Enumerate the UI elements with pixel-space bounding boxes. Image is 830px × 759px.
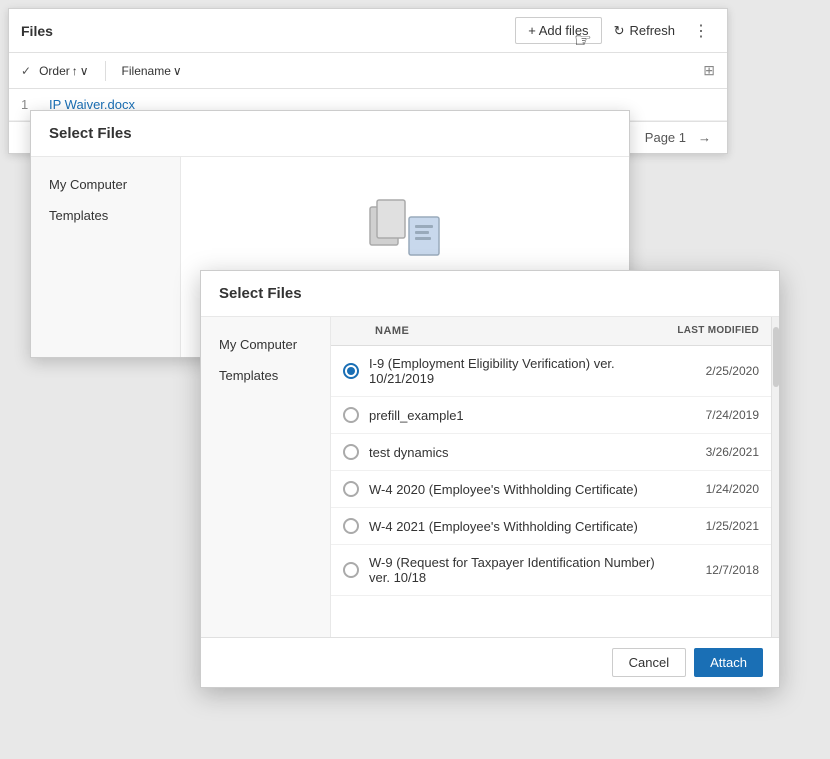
date-col-header: LAST MODIFIED (669, 325, 759, 337)
add-files-button[interactable]: + Add files (515, 17, 601, 44)
template-name: I-9 (Employment Eligibility Verification… (369, 356, 679, 386)
sidebar-my-computer-bg[interactable]: My Computer (31, 169, 180, 200)
files-title: Files (21, 23, 53, 39)
refresh-icon: ↻ (614, 23, 625, 39)
template-name: W-4 2021 (Employee's Withholding Certifi… (369, 519, 679, 534)
arrow-down-icon: ∨ (80, 64, 89, 78)
template-date: 1/25/2021 (679, 519, 759, 533)
files-icon-svg (365, 197, 445, 267)
scrollbar-thumb[interactable] (773, 327, 779, 387)
template-row[interactable]: W-4 2020 (Employee's Withholding Certifi… (331, 471, 771, 508)
files-table: NAME LAST MODIFIED I-9 (Employment Eligi… (331, 317, 771, 637)
radio-unselected[interactable] (343, 518, 359, 534)
filename-sort[interactable]: Filename ∨ (122, 64, 182, 78)
radio-unselected[interactable] (343, 481, 359, 497)
files-header: Files + Add files ↻ Refresh ⋮ (9, 9, 727, 53)
radio-selected[interactable] (343, 363, 359, 379)
scrollbar-track[interactable] (771, 317, 779, 637)
files-table-header: NAME LAST MODIFIED (331, 317, 771, 346)
attach-button[interactable]: Attach (694, 648, 763, 677)
template-date: 3/26/2021 (679, 445, 759, 459)
page-label: Page 1 (645, 130, 686, 145)
select-files-sidebar-fg: My Computer Templates (201, 317, 331, 637)
sidebar-templates-fg[interactable]: Templates (201, 360, 330, 391)
template-name: W-4 2020 (Employee's Withholding Certifi… (369, 482, 679, 497)
files-icon (365, 197, 445, 270)
template-row[interactable]: I-9 (Employment Eligibility Verification… (331, 346, 771, 397)
radio-unselected[interactable] (343, 444, 359, 460)
template-row[interactable]: W-9 (Request for Taxpayer Identification… (331, 545, 771, 596)
next-page-button[interactable]: → (694, 128, 715, 147)
template-row[interactable]: W-4 2021 (Employee's Withholding Certifi… (331, 508, 771, 545)
select-files-title-bg: Select Files (31, 111, 629, 157)
toolbar-divider (105, 61, 106, 81)
files-header-actions: + Add files ↻ Refresh ⋮ (515, 17, 715, 45)
files-toolbar: ✓ Order ↑ ∨ Filename ∨ ⊞ (9, 53, 727, 89)
cancel-button[interactable]: Cancel (612, 648, 686, 677)
radio-unselected[interactable] (343, 562, 359, 578)
sidebar-my-computer-fg[interactable]: My Computer (201, 329, 330, 360)
template-name: W-9 (Request for Taxpayer Identification… (369, 555, 679, 585)
dialog-footer: Cancel Attach (201, 637, 779, 687)
check-icon: ✓ (21, 64, 31, 78)
sidebar-templates-bg[interactable]: Templates (31, 200, 180, 231)
template-date: 12/7/2018 (679, 563, 759, 577)
template-row[interactable]: prefill_example1 7/24/2019 (331, 397, 771, 434)
radio-unselected[interactable] (343, 407, 359, 423)
template-date: 1/24/2020 (679, 482, 759, 496)
template-date: 2/25/2020 (679, 364, 759, 378)
select-files-body-fg: My Computer Templates NAME LAST MODIFIED… (201, 317, 779, 637)
arrow-up-icon: ↑ (72, 64, 78, 78)
order-sort[interactable]: Order ↑ ∨ (39, 64, 88, 78)
template-name: prefill_example1 (369, 408, 679, 423)
more-options-button[interactable]: ⋮ (687, 17, 715, 45)
refresh-button[interactable]: ↻ Refresh (606, 18, 683, 44)
template-row[interactable]: test dynamics 3/26/2021 (331, 434, 771, 471)
select-files-title-fg: Select Files (201, 271, 779, 317)
template-date: 7/24/2019 (679, 408, 759, 422)
select-files-dialog-fg: Select Files My Computer Templates NAME … (200, 270, 780, 688)
template-name: test dynamics (369, 445, 679, 460)
pin-icon: ⊞ (703, 62, 715, 79)
select-files-sidebar-bg: My Computer Templates (31, 157, 181, 357)
radio-col-header (343, 325, 375, 337)
name-col-header: NAME (375, 325, 669, 337)
filename-arrow-icon: ∨ (173, 64, 182, 78)
